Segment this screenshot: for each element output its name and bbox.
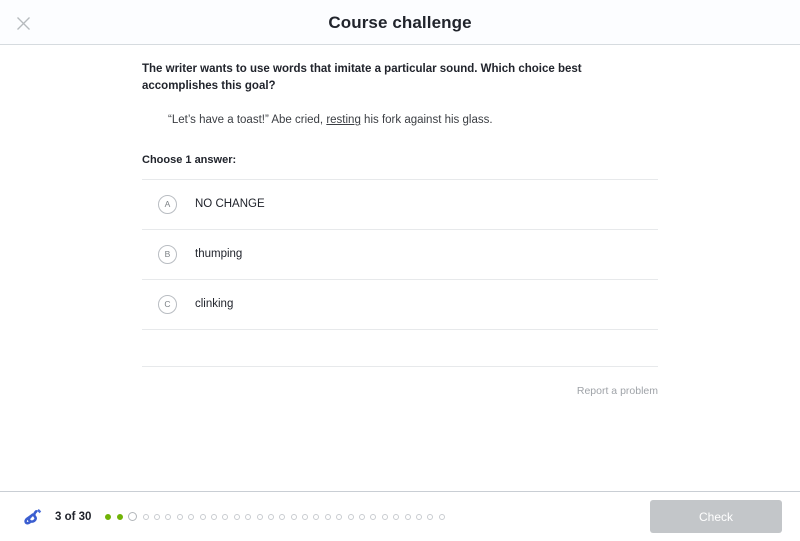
progress-dot-todo[interactable] xyxy=(233,513,240,520)
progress-dot-completed[interactable] xyxy=(105,513,112,520)
exercise-footer: 3 of 30 Check xyxy=(0,491,800,541)
progress-dot-todo[interactable] xyxy=(210,513,217,520)
progress-dot-todo[interactable] xyxy=(438,513,445,520)
passage-text-after: his fork against his glass. xyxy=(360,114,493,127)
progress-dot-todo[interactable] xyxy=(427,513,434,520)
progress-dot-todo[interactable] xyxy=(290,513,297,520)
progress-count-label: 3 of 30 xyxy=(55,510,92,523)
progress-dot-todo[interactable] xyxy=(245,513,252,520)
progress-dot-todo[interactable] xyxy=(188,513,195,520)
option-letter-b: B xyxy=(158,244,177,264)
progress-dot-todo[interactable] xyxy=(199,513,206,520)
progress-dot-todo[interactable] xyxy=(267,513,274,520)
progress-dot-todo[interactable] xyxy=(347,513,354,520)
report-problem-link[interactable]: Report a problem xyxy=(577,385,658,397)
choose-answer-label: Choose 1 answer: xyxy=(142,153,237,166)
report-problem-row: Report a problem xyxy=(142,381,658,399)
option-label-a: NO CHANGE xyxy=(195,198,265,211)
options-bottom-divider xyxy=(142,330,658,367)
question-prompt: The writer wants to use words that imita… xyxy=(142,63,582,92)
progress-dot-todo[interactable] xyxy=(142,513,149,520)
option-letter-c: C xyxy=(158,294,177,314)
answer-option-b[interactable]: B thumping xyxy=(142,230,658,280)
progress-dot-completed[interactable] xyxy=(116,513,123,520)
progress-dot-todo[interactable] xyxy=(359,513,366,520)
question-card: The writer wants to use words that imita… xyxy=(142,61,658,399)
progress-dot-todo[interactable] xyxy=(165,513,172,520)
exercise-content: The writer wants to use words that imita… xyxy=(0,45,800,491)
question-progress-dots[interactable] xyxy=(105,512,450,521)
progress-dot-todo[interactable] xyxy=(256,513,263,520)
progress-dot-todo[interactable] xyxy=(381,513,388,520)
answer-option-a[interactable]: A NO CHANGE xyxy=(142,180,658,230)
pencil-icon xyxy=(20,504,46,530)
progress-dot-todo[interactable] xyxy=(336,513,343,520)
progress-dot-todo[interactable] xyxy=(302,513,309,520)
option-label-c: clinking xyxy=(195,298,234,311)
question-passage: “Let’s have a toast!” Abe cried, resting… xyxy=(168,112,658,129)
progress-dot-todo[interactable] xyxy=(370,513,377,520)
progress-dot-todo[interactable] xyxy=(154,513,160,520)
progress-dot-todo[interactable] xyxy=(313,513,320,520)
progress-area: 3 of 30 xyxy=(20,492,450,541)
progress-dot-todo[interactable] xyxy=(222,513,229,520)
progress-dot-todo[interactable] xyxy=(176,513,183,520)
answer-option-c[interactable]: C clinking xyxy=(142,280,658,330)
page-title: Course challenge xyxy=(328,13,472,32)
progress-dot-todo[interactable] xyxy=(404,513,411,520)
progress-dot-todo[interactable] xyxy=(393,513,400,520)
passage-text-before: “Let’s have a toast!” Abe cried, xyxy=(168,114,327,127)
option-label-b: thumping xyxy=(195,248,243,261)
progress-dot-current[interactable] xyxy=(128,512,138,521)
progress-dot-todo[interactable] xyxy=(415,513,422,520)
progress-dot-todo[interactable] xyxy=(324,513,331,520)
passage-underlined-word: resting xyxy=(326,114,361,127)
progress-dot-todo[interactable] xyxy=(279,513,286,520)
check-button[interactable]: Check xyxy=(650,500,782,533)
answer-options-list: A NO CHANGE B thumping C clinking xyxy=(142,178,658,367)
modal-header: Course challenge xyxy=(0,0,800,45)
option-letter-a: A xyxy=(158,194,177,214)
